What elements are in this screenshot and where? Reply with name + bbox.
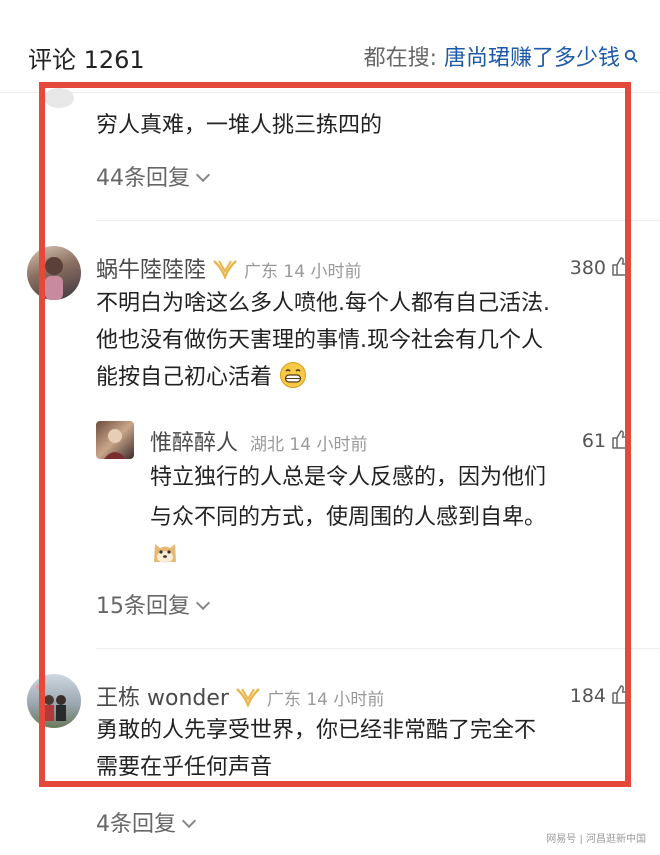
reply-text-line: 与众不同的方式，使周围的人感到自卑。 [150,505,547,530]
username[interactable]: 惟醉醉人 [150,431,238,456]
comment-text-line: 他也没有做伤天害理的事情.现今社会有几个人 [96,328,543,353]
username[interactable]: 王栋 wonder [96,686,229,711]
like-button[interactable]: 380 [570,255,632,279]
like-button[interactable]: 61 [582,428,632,452]
comment-divider [96,220,660,221]
comment-text-line: 不明白为啥这么多人喷他.每个人都有自己活法. [96,291,550,316]
comment-text-line: 能按自己初心活着 [96,360,307,396]
hot-search-prefix: 都在搜: [363,46,444,71]
replies-count: 15条回复 [96,594,190,619]
comment-text-span: 能按自己初心活着 [96,365,273,390]
comment-text-line: 需要在乎任何声音 [96,755,273,780]
like-count: 184 [569,685,606,707]
search-icon[interactable] [624,49,638,63]
hot-search[interactable]: 都在搜: 唐尚珺赚了多少钱 [364,40,638,72]
grin-emoji [280,362,307,388]
comment-header: 蜗牛陸陸陸 广东 14 小时前 [96,252,361,284]
header-divider [0,92,660,93]
avatar[interactable] [44,88,74,108]
view-replies-link[interactable]: 44条回复 [96,160,211,192]
reply-header: 惟醉醉人 湖北 14 小时前 [150,425,367,457]
chevron-down-icon [181,813,197,829]
hot-search-keyword[interactable]: 唐尚珺赚了多少钱 [444,46,620,71]
like-button[interactable]: 184 [570,683,632,707]
comment-meta: 广东 14 小时前 [244,262,362,282]
comment-meta: 广东 14 小时前 [266,690,385,710]
avatar[interactable] [96,421,134,459]
vip-badge-icon [236,688,260,707]
vip-badge-icon [213,260,237,279]
like-count: 380 [569,257,606,279]
watermark: 网易号 | 河昌逛新中国 [546,834,646,845]
replies-count: 4条回复 [96,812,176,837]
thumb-up-icon [612,685,631,704]
chevron-down-icon [195,167,211,183]
comment-count: 评论 1261 [28,46,145,74]
comment-text: 穷人真难，一堆人挑三拣四的 [96,113,383,138]
view-replies-link[interactable]: 4条回复 [96,806,197,838]
comment-header: 王栋 wonder 广东 14 小时前 [96,680,384,712]
thumb-up-icon [612,257,631,276]
comment-divider [96,648,660,649]
view-replies-link[interactable]: 15条回复 [96,588,211,620]
reply-text-line: 特立独行的人总是令人反感的，因为他们 [150,465,547,490]
comments-header: 评论 1261 都在搜: 唐尚珺赚了多少钱 [0,0,660,90]
like-count: 61 [581,430,606,452]
comment-text-line: 勇敢的人先享受世界，你已经非常酷了完全不 [96,718,537,743]
avatar[interactable] [27,674,81,728]
replies-count: 44条回复 [96,166,190,191]
avatar[interactable] [27,246,81,300]
reply-meta: 湖北 14 小时前 [250,435,368,455]
doge-emoji [154,544,176,563]
username[interactable]: 蜗牛陸陸陸 [96,258,206,283]
thumb-up-icon [612,430,631,449]
chevron-down-icon [195,595,211,611]
